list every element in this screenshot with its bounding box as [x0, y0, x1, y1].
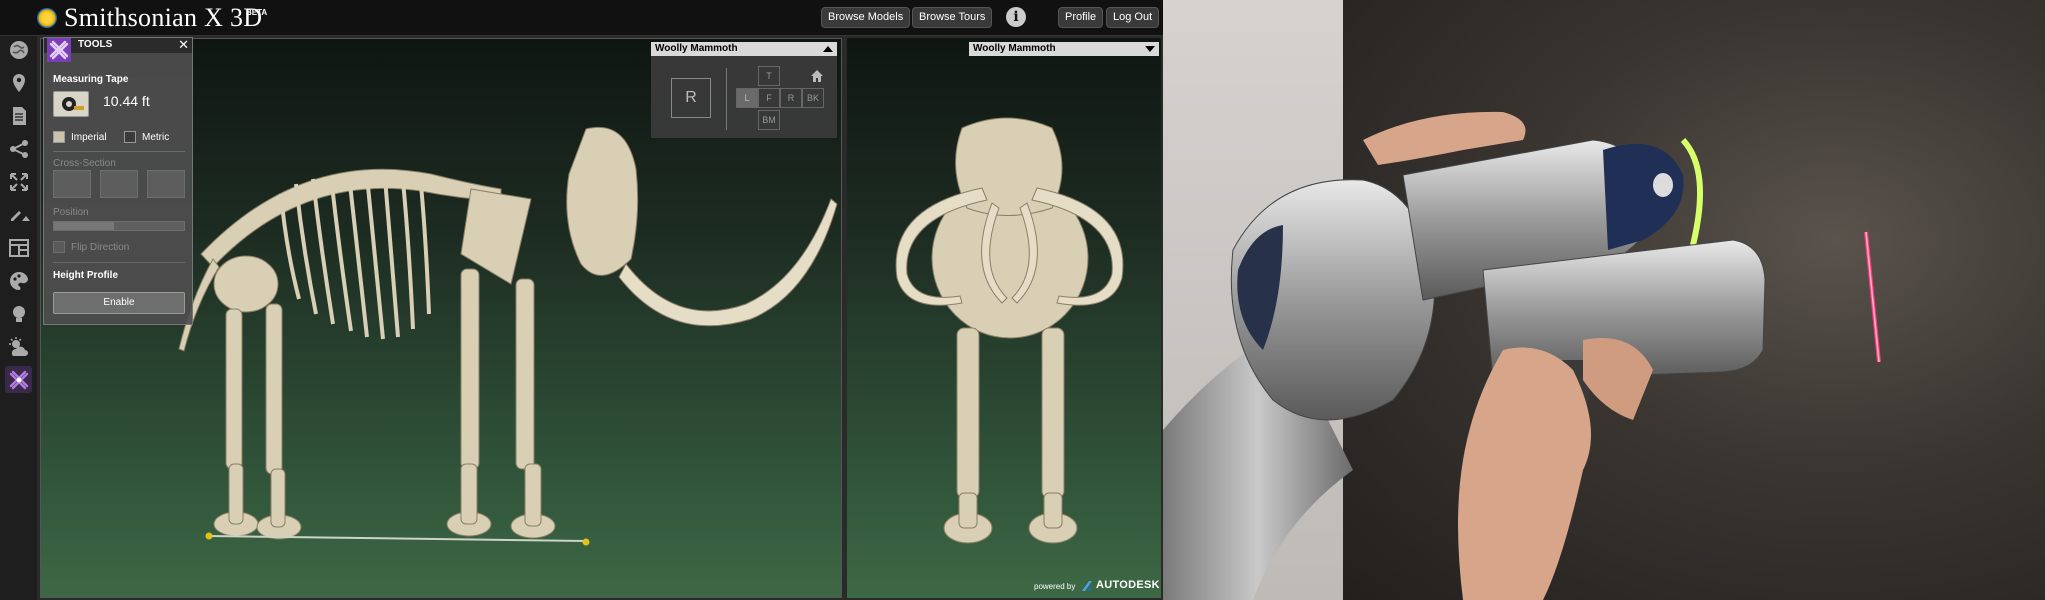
imperial-checkbox[interactable] — [53, 131, 65, 143]
pencil-icon[interactable] — [5, 201, 32, 228]
globe-icon[interactable] — [5, 36, 32, 63]
left-toolbar — [0, 36, 37, 600]
divider — [53, 262, 185, 263]
view-orientation-panel: Woolly Mammoth R T L F R BK BM — [651, 42, 837, 138]
measuring-tape-label: Measuring Tape — [53, 74, 129, 85]
profile-button[interactable]: Profile — [1058, 7, 1104, 28]
height-profile-label: Height Profile — [53, 270, 119, 281]
top-bar: Smithsonian X 3D BETA Browse Models Brow… — [0, 0, 1163, 36]
imperial-label: Imperial — [71, 132, 107, 143]
reset-view-button[interactable]: R — [671, 78, 711, 118]
color-palette-icon[interactable] — [5, 267, 32, 294]
view-right-button[interactable]: R — [780, 88, 802, 108]
browse-models-button[interactable]: Browse Models — [821, 7, 911, 28]
smithsonian-x3d-app: Smithsonian X 3D BETA Browse Models Brow… — [0, 0, 1163, 600]
main-model-select[interactable]: Woolly Mammoth — [651, 42, 837, 56]
side-model-select-value: Woolly Mammoth — [973, 43, 1056, 54]
secondary-3d-viewport[interactable] — [847, 38, 1161, 598]
logout-button[interactable]: Log Out — [1106, 7, 1160, 28]
position-slider-fill — [54, 222, 114, 230]
chevron-down-icon[interactable] — [1145, 46, 1155, 52]
cross-section-z-button — [147, 170, 185, 198]
tools-panel: TOOLS ✕ Measuring Tape 10.44 ft Imperial… — [43, 37, 193, 325]
document-icon[interactable] — [5, 102, 32, 129]
powered-by-label: powered by — [1034, 582, 1076, 591]
screen: Smithsonian X 3D BETA Browse Models Brow… — [0, 0, 2045, 600]
view-front-button[interactable]: F — [758, 88, 780, 108]
view-left-button[interactable]: L — [736, 88, 758, 108]
flip-direction-checkbox — [53, 241, 65, 253]
environment-icon[interactable] — [5, 333, 32, 360]
home-icon[interactable] — [810, 69, 824, 83]
map-pin-icon[interactable] — [5, 69, 32, 96]
layout-icon[interactable] — [5, 234, 32, 261]
metric-label: Metric — [142, 132, 170, 143]
scanner-photo — [1163, 0, 2045, 600]
position-label: Position — [53, 207, 89, 218]
browse-tours-button[interactable]: Browse Tours — [912, 7, 993, 28]
view-back-button[interactable]: BK — [802, 88, 824, 108]
close-icon[interactable]: ✕ — [178, 37, 189, 53]
view-top-button[interactable]: T — [758, 66, 780, 86]
handheld-laser-scanner-image — [1163, 111, 1881, 600]
brand-title[interactable]: Smithsonian X 3D — [64, 3, 262, 33]
autodesk-logo-icon — [1082, 581, 1092, 591]
measurement-value: 10.44 ft — [103, 93, 150, 109]
divider — [53, 151, 185, 152]
info-icon[interactable]: i — [1006, 7, 1026, 27]
beta-badge: BETA — [246, 8, 268, 17]
smithsonian-sun-logo-icon — [37, 8, 57, 28]
tools-icon — [47, 38, 71, 62]
divider — [726, 68, 727, 130]
view-bottom-button[interactable]: BM — [758, 110, 780, 130]
flip-direction-label: Flip Direction — [71, 242, 130, 253]
cross-section-label: Cross-Section — [53, 158, 116, 169]
side-model-select[interactable]: Woolly Mammoth — [969, 42, 1159, 56]
height-profile-enable-button[interactable]: Enable — [53, 292, 185, 314]
tools-panel-header[interactable]: TOOLS ✕ — [44, 37, 192, 62]
metric-checkbox[interactable] — [124, 131, 136, 143]
chevron-up-icon[interactable] — [823, 46, 833, 52]
cross-section-y-button — [100, 170, 138, 198]
fullscreen-icon[interactable] — [5, 168, 32, 195]
position-slider — [53, 221, 185, 231]
tools-panel-title: TOOLS — [78, 39, 113, 50]
measuring-tape-icon[interactable] — [53, 91, 89, 117]
tools-icon[interactable] — [5, 366, 32, 393]
autodesk-logo: AUTODESK — [1096, 579, 1160, 591]
main-model-select-value: Woolly Mammoth — [655, 43, 738, 54]
mammoth-skeleton-front-view — [895, 117, 1124, 544]
share-icon[interactable] — [5, 135, 32, 162]
lightbulb-icon[interactable] — [5, 300, 32, 327]
cross-section-x-button — [53, 170, 91, 198]
